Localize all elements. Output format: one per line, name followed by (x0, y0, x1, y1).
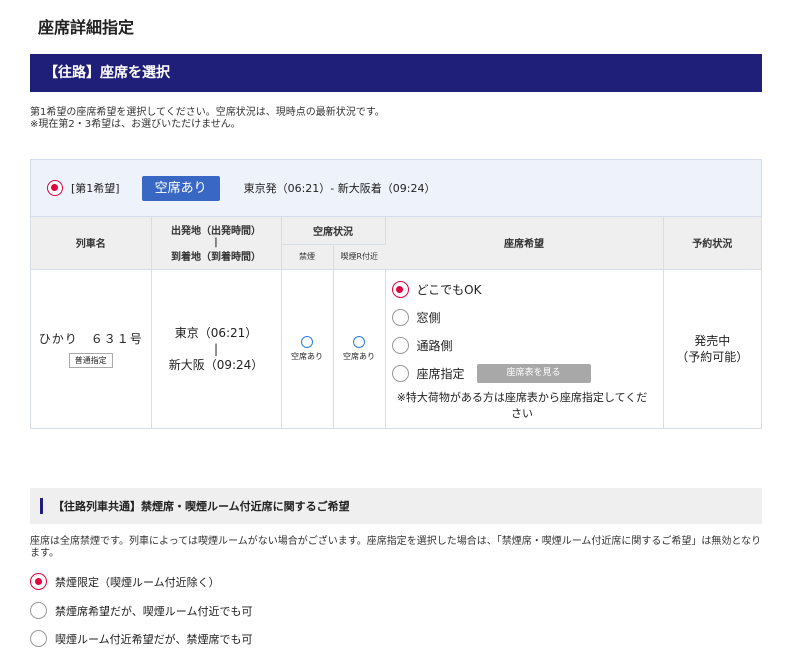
pref-aisle-radio[interactable] (391, 337, 409, 354)
first-choice-panel: [第1希望] 空席あり 東京発（06:21）- 新大阪着（09:24） 列車名 … (30, 159, 762, 429)
intro-line-1: 第1希望の座席希望を選択してください。空席状況は、現時点の最新状況です。 (30, 107, 385, 118)
pref-seat-select-label: 座席指定 (416, 367, 465, 381)
reservation-status-cell: 発売中 （予約可能） (663, 269, 761, 428)
vacancy-nonsmoking-text: 空席あり (291, 351, 323, 361)
header-stations-bottom: 到着地（到着時間） (171, 252, 261, 264)
smoking-option-label: 禁煙席希望だが、喫煙ルーム付近でも可 (55, 604, 253, 618)
seat-map-button[interactable]: 座席表を見る (476, 364, 591, 383)
smoking-option-label: 禁煙限定（喫煙ルーム付近除く） (55, 575, 220, 589)
page-title: 座席詳細指定 (38, 18, 135, 37)
status-line-2: （予約可能） (676, 349, 749, 364)
smoking-option-room-preferred[interactable]: 喫煙ルーム付近希望だが、禁煙席でも可 (30, 630, 252, 647)
pref-window-label: 窓側 (416, 311, 441, 325)
smoking-option-nonsmoking-preferred[interactable]: 禁煙席希望だが、喫煙ルーム付近でも可 (30, 602, 252, 619)
route-summary: 東京発（06:21）- 新大阪着（09:24） (243, 182, 436, 195)
smoking-preference-header: 【往路列車共通】禁煙席・喫煙ルーム付近席に関するご希望 (30, 488, 762, 524)
header-vacancy-nonsmoking: 禁煙 (281, 244, 334, 270)
smoking-option-radio[interactable] (30, 602, 47, 619)
smoking-option-label: 喫煙ルーム付近希望だが、禁煙席でも可 (55, 632, 253, 646)
section-accent-bar (40, 498, 43, 514)
header-vacancy-smoking-room: 喫煙R付近 (333, 244, 385, 270)
depart-station: 東京（06:21） (174, 325, 258, 340)
smoking-note: 座席は全席禁煙です。列車によっては喫煙ルームがない場合がございます。座席指定を選… (30, 536, 762, 559)
train-cell: ひかり ６３１号 普通指定 (31, 269, 152, 428)
pref-window-radio[interactable] (391, 309, 409, 326)
smoking-option-radio[interactable] (30, 630, 47, 647)
pref-seat-select[interactable]: 座席指定 座席表を見る (391, 360, 663, 388)
smoking-option-nonsmoking-only[interactable]: 禁煙限定（喫煙ルーム付近除く） (30, 573, 220, 590)
header-preference: 座席希望 (385, 217, 664, 270)
smoking-option-radio[interactable] (30, 573, 47, 590)
pref-aisle-label: 通路側 (416, 339, 453, 353)
intro-text: 第1希望の座席希望を選択してください。空席状況は、現時点の最新状況です。 ※現在… (30, 107, 385, 131)
header-reservation: 予約状況 (663, 217, 761, 270)
status-line-1: 発売中 (694, 333, 731, 348)
station-sep: | (213, 341, 219, 356)
train-name: ひかり ６３１号 (38, 331, 143, 346)
pref-window[interactable]: 窓側 (391, 304, 663, 332)
smoking-preference-title: 【往路列車共通】禁煙席・喫煙ルーム付近席に関するご希望 (53, 500, 350, 513)
pref-anywhere-label: どこでもOK (416, 283, 482, 297)
arrive-station: 新大阪（09:24） (168, 357, 264, 372)
pref-anywhere-radio[interactable] (391, 281, 409, 298)
large-luggage-note: ※特大荷物がある方は座席表から座席指定してください (396, 390, 648, 420)
header-train: 列車名 (31, 217, 152, 270)
pref-aisle[interactable]: 通路側 (391, 332, 663, 360)
availability-button[interactable]: 空席あり (141, 175, 220, 201)
header-stations-top: 出発地（出発時間） (171, 226, 261, 238)
pref-anywhere[interactable]: どこでもOK (391, 276, 663, 304)
vacancy-smoking-room-text: 空席あり (343, 351, 375, 361)
first-choice-radio[interactable] (47, 180, 63, 196)
vacancy-circle-icon (301, 335, 313, 348)
train-type-tag: 普通指定 (68, 352, 113, 368)
vacancy-circle-icon (353, 335, 365, 348)
pref-seat-select-radio[interactable] (391, 365, 409, 382)
train-table: 列車名 出発地（出発時間） | 到着地（到着時間） 空席状況 座席希望 予約状況… (31, 217, 761, 428)
stations-cell: 東京（06:21） | 新大阪（09:24） (151, 269, 282, 428)
header-stations-sep: | (214, 237, 218, 249)
header-vacancy: 空席状況 (281, 217, 386, 245)
first-choice-label: [第1希望] (71, 182, 120, 195)
vacancy-nonsmoking-cell: 空席あり (281, 269, 334, 428)
vacancy-smoking-room-cell: 空席あり (333, 269, 386, 428)
first-choice-header: [第1希望] 空席あり 東京発（06:21）- 新大阪着（09:24） (31, 160, 761, 217)
header-stations: 出発地（出発時間） | 到着地（到着時間） (151, 217, 282, 270)
intro-line-2: ※現在第2・3希望は、お選びいただけません。 (30, 119, 241, 130)
preference-cell: どこでもOK 窓側 通路側 座席指定 座席表を見る ※特大荷物がある方は座席表か… (385, 269, 664, 428)
outbound-seat-selection-banner: 【往路】座席を選択 (30, 54, 762, 92)
